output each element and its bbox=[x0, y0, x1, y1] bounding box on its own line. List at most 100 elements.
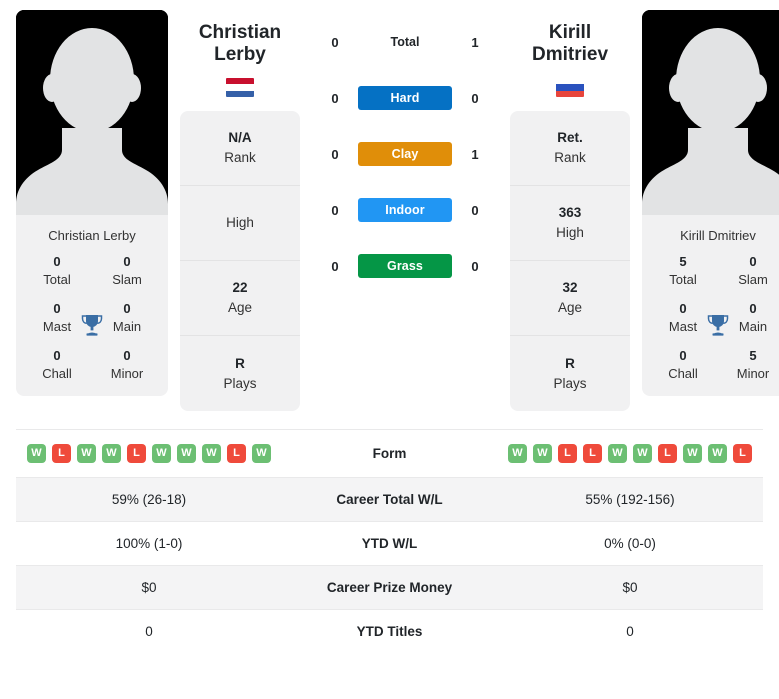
left-info-rank-label: Rank bbox=[224, 150, 256, 165]
left-title-chall: 0 Chall bbox=[22, 347, 92, 382]
h2h-total-label: Total bbox=[390, 35, 420, 49]
right-form-cell: WWLLWWLWWL bbox=[497, 430, 763, 478]
left-form-cell: WLWWLWWWLW bbox=[16, 430, 282, 478]
right-player-card[interactable]: Kirill Dmitriev 5 Total 0 Slam 0 Mast 0 … bbox=[642, 10, 779, 397]
h2h-total-left-score: 0 bbox=[331, 34, 339, 50]
right-title-minor: 5 Minor bbox=[718, 347, 779, 382]
form-badge-win: W bbox=[177, 444, 196, 463]
right-info-high-value: 363 bbox=[558, 205, 582, 221]
row-label-career-total-wl: Career Total W/L bbox=[336, 492, 443, 507]
table-row-form: WLWWLWWWLW Form WWLLWWLWWL bbox=[16, 429, 763, 478]
left-info-plays-value: R bbox=[235, 355, 245, 371]
person-silhouette-icon bbox=[642, 10, 779, 215]
trophy-icon bbox=[707, 314, 729, 336]
form-badge-win: W bbox=[202, 444, 221, 463]
h2h-grass-right-score: 0 bbox=[471, 258, 479, 274]
person-silhouette-icon bbox=[16, 10, 168, 215]
left-title-slam: 0 Slam bbox=[92, 253, 162, 288]
h2h-row-clay: 0 Clay 1 bbox=[312, 126, 498, 182]
form-badge-win: W bbox=[77, 444, 96, 463]
comparison-stats-table: WLWWLWWWLW Form WWLLWWLWWL 59% (26-18) C… bbox=[16, 429, 763, 653]
left-ytd-titles: 0 bbox=[145, 624, 153, 639]
right-info-plays-label: Plays bbox=[553, 375, 587, 391]
right-player-info-column: Kirill Dmitriev Ret. Rank 363 High 32 Ag… bbox=[510, 10, 630, 411]
form-badge-win: W bbox=[683, 444, 702, 463]
form-badge-loss: L bbox=[733, 444, 752, 463]
form-badge-win: W bbox=[533, 444, 552, 463]
h2h-clay-right-score: 1 bbox=[471, 146, 479, 162]
right-ytd-titles: 0 bbox=[626, 624, 634, 639]
h2h-total-label-wrap: Total bbox=[358, 33, 452, 51]
right-info-high-label: High bbox=[556, 225, 584, 240]
form-badge-win: W bbox=[102, 444, 121, 463]
left-info-plays-label: Plays bbox=[223, 375, 257, 391]
right-player-avatar-column: Kirill Dmitriev 5 Total 0 Slam 0 Mast 0 … bbox=[642, 10, 779, 397]
left-player-info-column: Christian Lerby N/A Rank High 22 Age R P… bbox=[180, 10, 300, 411]
h2h-clay-label-wrap: Clay bbox=[358, 142, 452, 166]
form-badge-loss: L bbox=[583, 444, 602, 463]
left-player-photo bbox=[16, 10, 168, 215]
russia-flag-icon bbox=[556, 78, 584, 97]
h2h-row-indoor: 0 Indoor 0 bbox=[312, 182, 498, 238]
left-player-first-name: Christian bbox=[198, 22, 282, 43]
left-title-minor-label: Minor bbox=[110, 365, 144, 381]
right-title-chall-value: 0 bbox=[679, 348, 687, 364]
h2h-indoor-right-score: 0 bbox=[471, 202, 479, 218]
left-info-high-label: High bbox=[226, 215, 254, 231]
left-career-prize-money: $0 bbox=[141, 580, 157, 595]
surface-badge-clay[interactable]: Clay bbox=[358, 142, 452, 166]
netherlands-flag-icon bbox=[226, 78, 254, 97]
left-title-chall-value: 0 bbox=[53, 348, 61, 364]
row-label-career-prize-money: Career Prize Money bbox=[326, 580, 453, 595]
right-title-chall-label: Chall bbox=[668, 365, 698, 381]
left-info-high: High bbox=[180, 186, 300, 261]
left-info-age: 22 Age bbox=[180, 261, 300, 336]
surface-badge-grass[interactable]: Grass bbox=[358, 254, 452, 278]
right-player-info-card: Ret. Rank 363 High 32 Age R Plays bbox=[510, 111, 630, 411]
comparison-header: Christian Lerby 0 Total 0 Slam 0 Mast 0 … bbox=[0, 10, 779, 411]
row-label-form: Form bbox=[372, 446, 407, 461]
right-info-rank-value: Ret. bbox=[557, 130, 583, 146]
right-title-total: 5 Total bbox=[648, 253, 718, 288]
right-form-badges: WWLLWWLWWL bbox=[503, 444, 757, 463]
right-info-rank: Ret. Rank bbox=[510, 111, 630, 186]
form-badge-loss: L bbox=[227, 444, 246, 463]
form-badge-loss: L bbox=[127, 444, 146, 463]
form-badge-win: W bbox=[608, 444, 627, 463]
left-title-slam-label: Slam bbox=[112, 271, 142, 287]
h2h-clay-left-score: 0 bbox=[331, 146, 339, 162]
right-info-age: 32 Age bbox=[510, 261, 630, 336]
form-badge-win: W bbox=[508, 444, 527, 463]
right-player-name: Kirill Dmitriev bbox=[510, 10, 630, 72]
form-badge-win: W bbox=[152, 444, 171, 463]
h2h-indoor-left-score: 0 bbox=[331, 202, 339, 218]
left-title-total-value: 0 bbox=[53, 254, 61, 269]
right-ytd-wl: 0% (0-0) bbox=[604, 536, 656, 551]
right-player-photo bbox=[642, 10, 779, 215]
left-info-plays: R Plays bbox=[180, 336, 300, 411]
surface-badge-indoor[interactable]: Indoor bbox=[358, 198, 452, 222]
left-player-avatar-column: Christian Lerby 0 Total 0 Slam 0 Mast 0 … bbox=[16, 10, 168, 397]
right-title-slam-label: Slam bbox=[738, 271, 768, 287]
form-badge-win: W bbox=[252, 444, 271, 463]
row-label-ytd-wl: YTD W/L bbox=[361, 536, 418, 551]
right-title-chall: 0 Chall bbox=[648, 347, 718, 382]
table-row-ytd-titles: 0 YTD Titles 0 bbox=[16, 609, 763, 654]
right-info-rank-label: Rank bbox=[554, 150, 586, 165]
left-form-badges: WLWWLWWWLW bbox=[22, 444, 276, 463]
left-career-total-wl: 59% (26-18) bbox=[111, 492, 187, 507]
table-row-career-total-wl: 59% (26-18) Career Total W/L 55% (192-15… bbox=[16, 477, 763, 522]
h2h-hard-right-score: 0 bbox=[471, 90, 479, 106]
right-title-slam-value: 0 bbox=[749, 254, 757, 269]
form-badge-loss: L bbox=[658, 444, 677, 463]
h2h-grass-label-wrap: Grass bbox=[358, 254, 452, 278]
form-badge-win: W bbox=[633, 444, 652, 463]
left-flag-wrap bbox=[180, 72, 300, 111]
surface-badge-hard[interactable]: Hard bbox=[358, 86, 452, 110]
h2h-row-hard: 0 Hard 0 bbox=[312, 70, 498, 126]
right-flag-wrap bbox=[510, 72, 630, 111]
right-player-first-name: Kirill bbox=[548, 22, 592, 43]
player-comparison-page: Christian Lerby 0 Total 0 Slam 0 Mast 0 … bbox=[0, 0, 779, 653]
left-player-card[interactable]: Christian Lerby 0 Total 0 Slam 0 Mast 0 … bbox=[16, 10, 168, 397]
left-player-info-card: N/A Rank High 22 Age R Plays bbox=[180, 111, 300, 411]
